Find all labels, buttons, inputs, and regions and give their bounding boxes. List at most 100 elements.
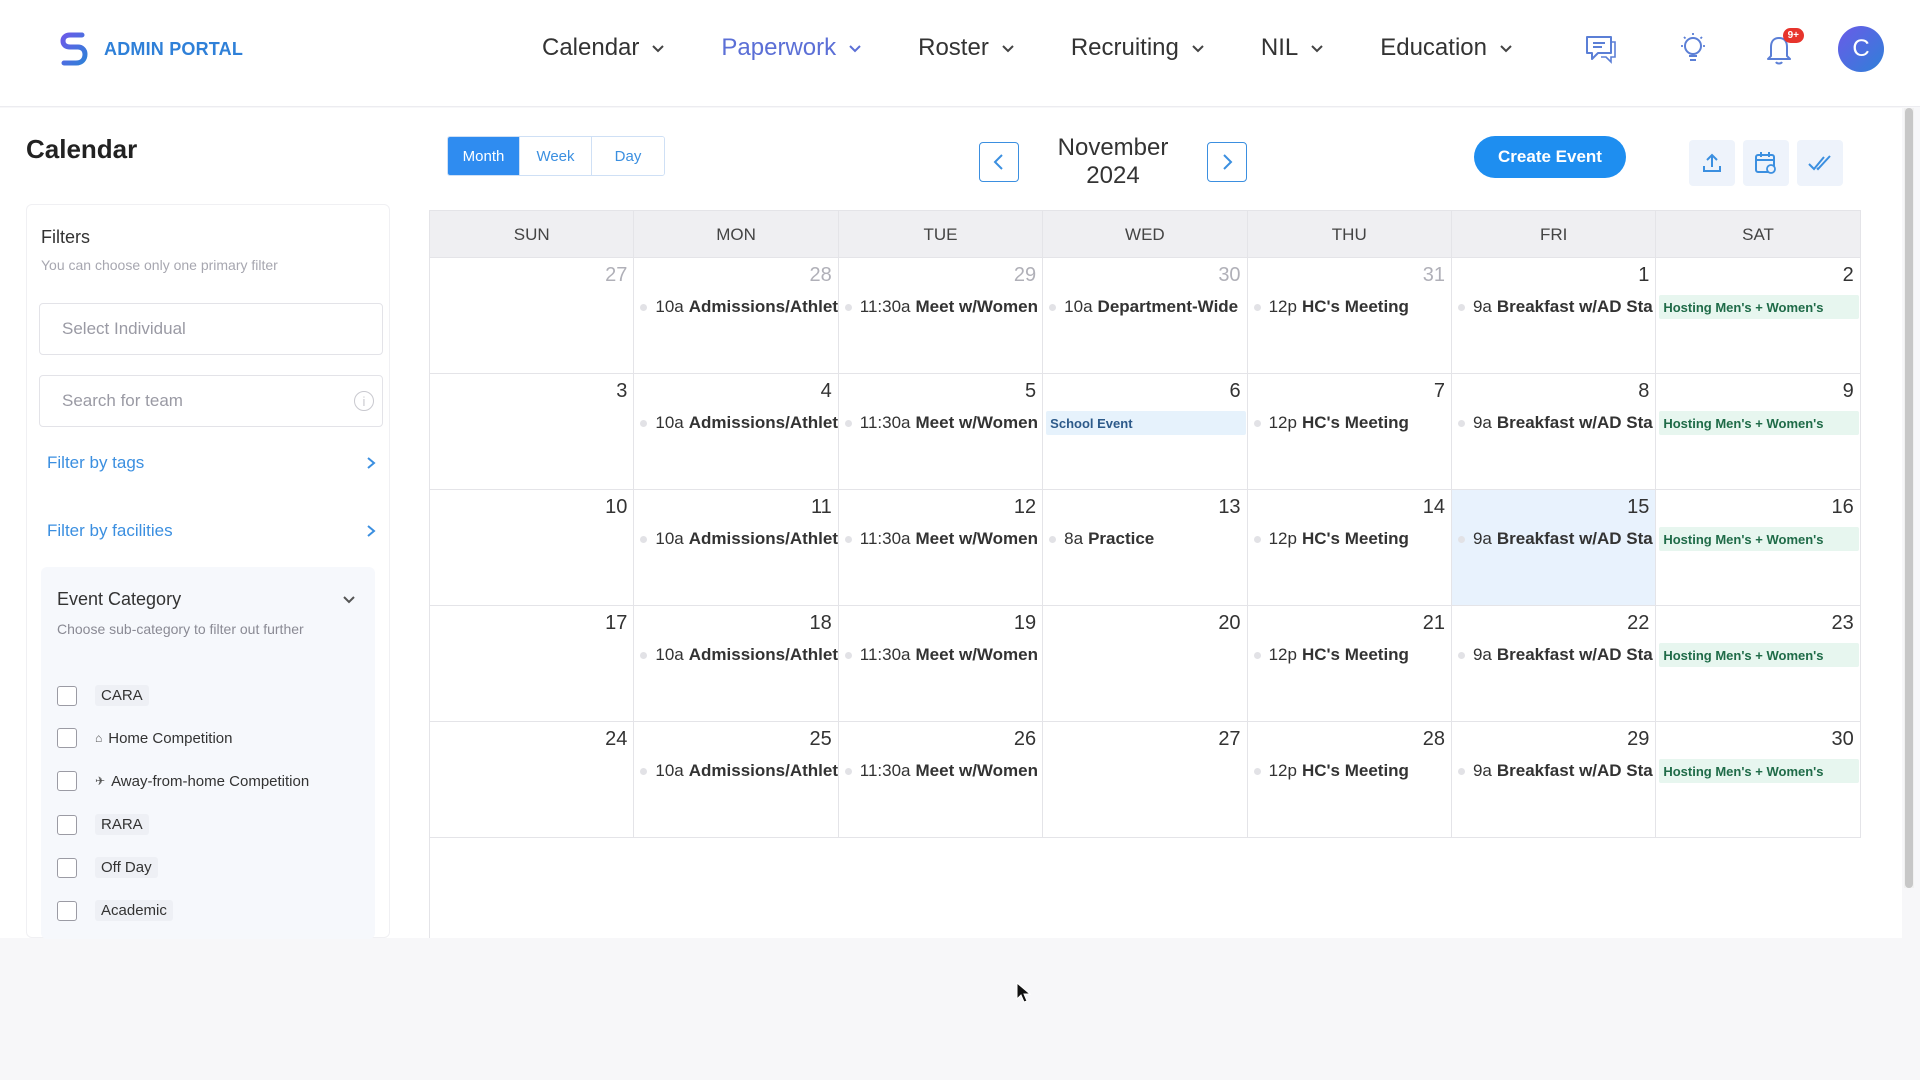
create-event-button[interactable]: Create Event <box>1474 136 1626 178</box>
calendar-event[interactable]: 12p HC's Meeting <box>1253 294 1451 320</box>
nav-roster[interactable]: Roster <box>918 34 1015 62</box>
calendar-event[interactable]: 11:30a Meet w/Women <box>844 642 1042 668</box>
calendar-event[interactable]: 12p HC's Meeting <box>1253 410 1451 436</box>
calendar-day-cell[interactable]: 8 9a Breakfast w/AD Sta <box>1452 374 1657 489</box>
lightbulb-icon[interactable] <box>1674 30 1712 68</box>
calendar-event[interactable]: 12p HC's Meeting <box>1253 526 1451 552</box>
calendar-event[interactable]: 10a Department-Wide <box>1049 294 1246 320</box>
calendar-event[interactable]: 9a Breakfast w/AD Sta <box>1457 642 1655 668</box>
nav-recruiting[interactable]: Recruiting <box>1071 34 1205 62</box>
next-month-button[interactable] <box>1207 142 1247 182</box>
nav-nil[interactable]: NIL <box>1261 34 1324 62</box>
calendar-event[interactable]: 9a Breakfast w/AD Sta <box>1457 758 1655 784</box>
scrollbar-thumb[interactable] <box>1905 108 1913 888</box>
chevron-down-icon[interactable] <box>341 591 357 607</box>
page-scrollbar[interactable] <box>1904 108 1914 888</box>
calendar-day-cell[interactable]: 11 10a Admissions/Athlet <box>634 490 839 605</box>
all-day-event-banner[interactable]: Hosting Men's + Women's <box>1659 759 1860 783</box>
calendar-event[interactable]: 8a Practice <box>1049 526 1246 552</box>
calendar-event[interactable]: 11:30a Meet w/Women <box>844 758 1042 784</box>
calendar-day-cell[interactable]: 6 School Event <box>1043 374 1248 489</box>
calendar-day-cell[interactable]: 23 Hosting Men's + Women's <box>1656 606 1861 721</box>
calendar-day-cell[interactable]: 17 <box>430 606 635 721</box>
calendar-day-cell-today[interactable]: 15 9a Breakfast w/AD Sta <box>1451 490 1657 605</box>
calendar-event[interactable]: 9a Breakfast w/AD Sta <box>1457 294 1655 320</box>
nav-paperwork[interactable]: Paperwork <box>721 34 862 62</box>
prev-month-button[interactable] <box>979 142 1019 182</box>
all-day-event-banner[interactable]: School Event <box>1046 411 1247 435</box>
all-day-event-banner[interactable]: Hosting Men's + Women's <box>1659 527 1860 551</box>
calendar-day-cell[interactable]: 12 11:30a Meet w/Women <box>839 490 1044 605</box>
day-number: 17 <box>605 612 628 634</box>
calendar-day-cell[interactable]: 25 10a Admissions/Athlet <box>634 722 839 837</box>
category-checkbox[interactable] <box>57 814 77 835</box>
calendar-day-cell[interactable]: 19 11:30a Meet w/Women <box>839 606 1044 721</box>
calendar-event[interactable]: 12p HC's Meeting <box>1253 758 1451 784</box>
all-day-event-banner[interactable]: Hosting Men's + Women's <box>1659 643 1860 667</box>
calendar-day-cell[interactable]: 4 10a Admissions/Athlet <box>634 374 839 489</box>
chat-icon[interactable] <box>1582 30 1620 68</box>
calendar-day-cell[interactable]: 2 Hosting Men's + Women's <box>1656 258 1861 373</box>
calendar-day-cell[interactable]: 9 Hosting Men's + Women's <box>1656 374 1861 489</box>
calendar-day-cell[interactable]: 7 12p HC's Meeting <box>1248 374 1452 489</box>
calendar-day-cell[interactable]: 14 12p HC's Meeting <box>1248 490 1452 605</box>
calendar-day-cell[interactable]: 1 9a Breakfast w/AD Sta <box>1452 258 1657 373</box>
calendar-day-cell[interactable]: 29 9a Breakfast w/AD Sta <box>1452 722 1657 837</box>
all-day-event-banner[interactable]: Hosting Men's + Women's <box>1659 411 1860 435</box>
search-team-input[interactable]: Search for team i <box>39 375 383 427</box>
calendar-event[interactable]: 11:30a Meet w/Women <box>844 294 1042 320</box>
view-week-button[interactable]: Week <box>520 137 592 175</box>
category-checkbox[interactable] <box>57 771 77 791</box>
calendar-day-cell[interactable]: 16 Hosting Men's + Women's <box>1656 490 1861 605</box>
event-title: Meet w/Women <box>915 529 1038 548</box>
category-checkbox[interactable] <box>57 685 77 706</box>
view-month-button[interactable]: Month <box>448 137 520 175</box>
calendar-event[interactable]: 10a Admissions/Athlet <box>640 294 838 320</box>
calendar-settings-icon[interactable] <box>1743 140 1789 186</box>
calendar-day-cell[interactable]: 20 <box>1043 606 1248 721</box>
filter-by-tags-link[interactable]: Filter by tags <box>47 453 377 473</box>
calendar-event[interactable]: 10a Admissions/Athlet <box>640 642 838 668</box>
weekday-label: SUN <box>430 211 635 259</box>
calendar-day-cell[interactable]: 30 Hosting Men's + Women's <box>1656 722 1861 837</box>
calendar-day-cell[interactable]: 28 12p HC's Meeting <box>1248 722 1452 837</box>
calendar-day-cell[interactable]: 31 12p HC's Meeting <box>1248 258 1452 373</box>
all-day-event-banner[interactable]: Hosting Men's + Women's <box>1659 295 1860 319</box>
calendar-day-cell[interactable]: 21 12p HC's Meeting <box>1248 606 1452 721</box>
calendar-day-cell[interactable]: 10 <box>430 490 635 605</box>
calendar-day-cell[interactable]: 24 <box>430 722 635 837</box>
calendar-event[interactable]: 12p HC's Meeting <box>1253 642 1451 668</box>
info-icon[interactable]: i <box>354 391 374 411</box>
calendar-day-cell[interactable]: 13 8a Practice <box>1043 490 1248 605</box>
calendar-day-cell[interactable]: 30 10a Department-Wide <box>1043 258 1248 373</box>
calendar-event[interactable]: 10a Admissions/Athlet <box>640 410 838 436</box>
brand[interactable]: ADMIN PORTAL <box>60 32 243 66</box>
category-checkbox[interactable] <box>57 728 77 748</box>
calendar-day-cell[interactable]: 26 11:30a Meet w/Women <box>839 722 1044 837</box>
calendar-day-cell[interactable]: 29 11:30a Meet w/Women <box>839 258 1044 373</box>
filter-by-facilities-link[interactable]: Filter by facilities <box>47 521 377 541</box>
calendar-day-cell[interactable]: 27 <box>1043 722 1248 837</box>
calendar-event[interactable]: 9a Breakfast w/AD Sta <box>1457 410 1655 436</box>
category-checkbox[interactable] <box>57 900 77 921</box>
select-individual-input[interactable]: Select Individual <box>39 303 383 355</box>
calendar-day-cell[interactable]: 28 10a Admissions/Athlet <box>634 258 839 373</box>
avatar[interactable]: C <box>1838 26 1884 72</box>
view-day-button[interactable]: Day <box>592 137 664 175</box>
category-checkbox[interactable] <box>57 857 77 878</box>
bell-icon[interactable]: 9+ <box>1760 28 1804 68</box>
calendar-event[interactable]: 9a Breakfast w/AD Sta <box>1457 526 1655 552</box>
calendar-day-cell[interactable]: 5 11:30a Meet w/Women <box>839 374 1044 489</box>
calendar-day-cell[interactable]: 22 9a Breakfast w/AD Sta <box>1452 606 1657 721</box>
check-all-icon[interactable] <box>1797 140 1843 186</box>
calendar-event[interactable]: 11:30a Meet w/Women <box>844 410 1042 436</box>
calendar-event[interactable]: 10a Admissions/Athlet <box>640 526 838 552</box>
calendar-day-cell[interactable]: 27 <box>430 258 635 373</box>
nav-calendar[interactable]: Calendar <box>542 34 665 62</box>
calendar-day-cell[interactable]: 18 10a Admissions/Athlet <box>634 606 839 721</box>
nav-education[interactable]: Education <box>1380 34 1513 62</box>
calendar-day-cell[interactable]: 3 <box>430 374 635 489</box>
export-icon[interactable] <box>1689 140 1735 186</box>
calendar-event[interactable]: 11:30a Meet w/Women <box>844 526 1042 552</box>
calendar-event[interactable]: 10a Admissions/Athlet <box>640 758 838 784</box>
